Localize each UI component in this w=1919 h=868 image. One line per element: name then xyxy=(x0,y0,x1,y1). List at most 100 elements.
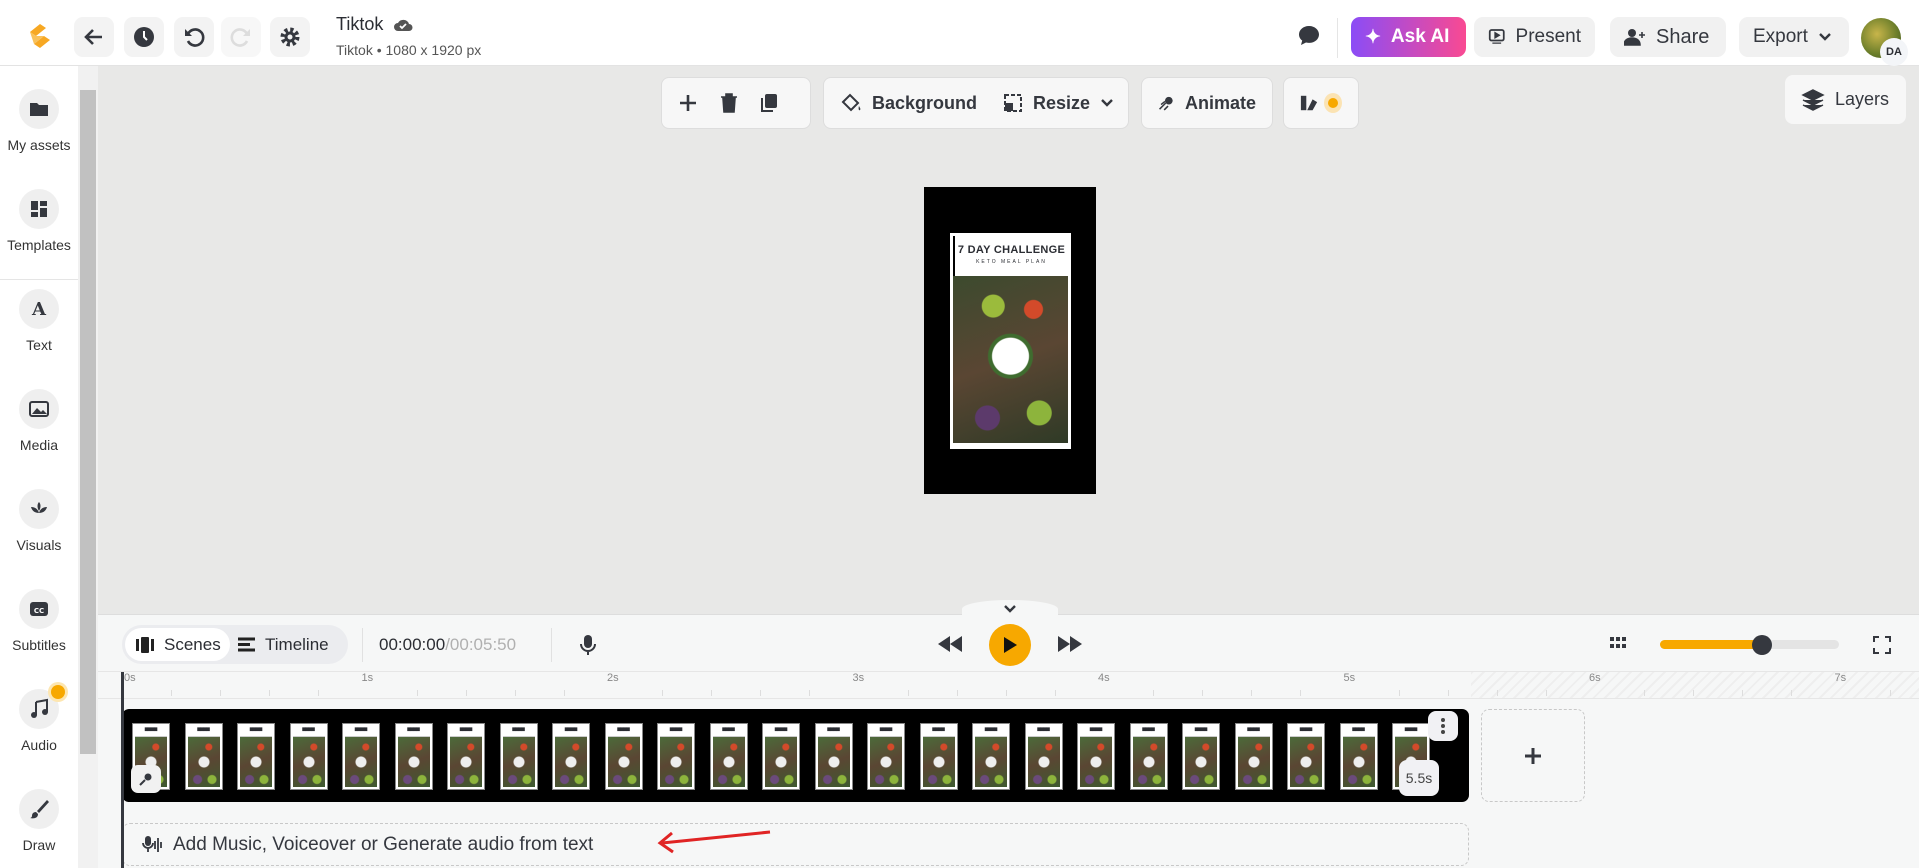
ruler-minor-tick xyxy=(1742,690,1744,696)
add-audio-button[interactable]: Add Music, Voiceover or Generate audio f… xyxy=(122,823,1469,866)
settings-button[interactable] xyxy=(270,17,310,57)
salad-photo xyxy=(953,276,1068,443)
sidebar-item-label: Templates xyxy=(7,237,71,253)
clock-icon xyxy=(134,27,154,47)
scene-frame-thumbnail: ▆▆▆▆ xyxy=(394,723,433,790)
back-button[interactable] xyxy=(74,17,114,57)
scene-frame-thumbnail: ▆▆▆▆ xyxy=(1339,723,1378,790)
sidebar-item-templates[interactable]: Templates xyxy=(0,189,78,253)
present-button[interactable]: Present xyxy=(1474,17,1595,57)
time-display: 00:00:00/00:05:50 xyxy=(379,635,516,655)
animate-button[interactable]: Animate xyxy=(1141,77,1273,129)
logo-icon[interactable] xyxy=(26,22,54,50)
ruler-minor-tick xyxy=(956,690,958,696)
scene-frame-thumbnail: ▆▆▆▆ xyxy=(762,723,800,790)
fullscreen-icon xyxy=(1873,636,1891,654)
scene-frame-thumbnail: ▆▆▆▆ xyxy=(289,723,328,790)
zoom-slider-handle[interactable] xyxy=(1752,635,1773,655)
zoom-slider-fill xyxy=(1660,640,1763,649)
ruler-tick-label: 5s xyxy=(1343,672,1356,684)
zoom-slider[interactable] xyxy=(1660,635,1839,655)
design-card[interactable]: 7 DAY CHALLENGE KETO MEAL PLAN xyxy=(950,233,1071,449)
add-scene-button[interactable] xyxy=(1481,709,1585,802)
ruler-minor-tick xyxy=(1496,690,1498,696)
background-button[interactable]: Background xyxy=(840,93,977,114)
sidebar-item-text[interactable]: A Text xyxy=(0,289,78,353)
animate-icon xyxy=(139,773,152,786)
artboard[interactable]: 7 DAY CHALLENGE KETO MEAL PLAN xyxy=(924,187,1096,494)
present-icon xyxy=(1488,29,1505,44)
folder-icon xyxy=(30,103,48,116)
text-icon: A xyxy=(31,299,47,320)
history-button[interactable] xyxy=(124,17,164,57)
sidebar-item-media[interactable]: Media xyxy=(0,389,78,453)
sidebar-item-label: Audio xyxy=(21,737,57,753)
sidebar-item-label: Text xyxy=(26,337,52,353)
export-button[interactable]: Export xyxy=(1739,17,1849,57)
ruler-tick-label: 6s xyxy=(1589,672,1601,684)
ruler-minor-tick xyxy=(1398,690,1400,696)
fast-forward-button[interactable] xyxy=(1058,636,1082,652)
ruler-minor-tick xyxy=(465,690,467,696)
collapse-panel-button[interactable] xyxy=(962,600,1058,618)
brand-kit-button[interactable] xyxy=(1283,77,1359,129)
sidebar-scrollbar[interactable] xyxy=(78,66,98,868)
share-button[interactable]: Share xyxy=(1610,17,1726,57)
scene-clip[interactable]: ▆▆▆▆ ▆▆▆▆ ▆▆▆▆ ▆▆▆▆ ▆▆▆▆ ▆▆▆▆ ▆▆▆▆ ▆▆▆▆ ▆▆▆▆ ▆▆▆▆… xyxy=(122,709,1469,802)
undo-icon xyxy=(185,28,205,47)
rewind-button[interactable] xyxy=(938,636,962,652)
add-icon[interactable] xyxy=(678,93,698,113)
ask-ai-button[interactable]: ✦ Ask AI xyxy=(1351,17,1466,57)
comments-icon[interactable] xyxy=(1297,25,1321,47)
scenes-icon xyxy=(136,636,154,653)
scene-frame-thumbnail: ▆▆▆▆ xyxy=(867,723,905,790)
scene-frame-thumbnail: ▆▆▆▆ xyxy=(919,723,958,790)
sidebar-divider xyxy=(0,279,78,280)
sidebar-item-my-assets[interactable]: My assets xyxy=(0,89,78,153)
rewind-icon xyxy=(938,636,962,652)
ruler-minor-tick xyxy=(711,690,713,696)
ruler-minor-tick xyxy=(416,690,418,696)
scene-frame-thumbnail: ▆▆▆▆ xyxy=(1077,723,1115,790)
play-button[interactable] xyxy=(989,624,1031,666)
play-icon xyxy=(1004,637,1017,653)
layers-button[interactable]: Layers xyxy=(1785,75,1906,124)
document-title[interactable]: Tiktok xyxy=(336,14,383,35)
document-size: Tiktok • 1080 x 1920 px xyxy=(336,42,482,58)
trash-icon[interactable] xyxy=(720,93,738,113)
image-icon xyxy=(29,401,49,417)
record-voice-button[interactable] xyxy=(580,634,596,656)
timeline-tab[interactable]: Timeline xyxy=(238,628,329,661)
sidebar-item-draw[interactable]: Draw xyxy=(0,789,78,853)
scene-more-button[interactable] xyxy=(1428,711,1458,741)
grid-view-button[interactable] xyxy=(1610,637,1626,651)
sidebar-item-label: Visuals xyxy=(16,537,62,553)
scene-frame-thumbnail: ▆▆▆▆ xyxy=(499,723,538,790)
fullscreen-button[interactable] xyxy=(1873,636,1891,654)
ruler-tick-label: 0s xyxy=(124,672,136,684)
gear-icon xyxy=(280,27,300,47)
playhead[interactable] xyxy=(121,672,124,868)
sidebar-item-subtitles[interactable]: CC Subtitles xyxy=(0,589,78,653)
microphone-icon xyxy=(580,635,596,655)
scene-frame-thumbnail: ▆▆▆▆ xyxy=(552,723,590,790)
animate-icon xyxy=(1158,96,1173,111)
background-resize-group: Background Resize xyxy=(823,77,1129,129)
scene-animation-button[interactable] xyxy=(131,765,161,793)
notification-dot xyxy=(51,685,65,699)
undo-button[interactable] xyxy=(174,17,214,57)
sidebar-item-visuals[interactable]: Visuals xyxy=(0,489,78,553)
duplicate-icon[interactable] xyxy=(760,93,778,113)
add-audio-label: Add Music, Voiceover or Generate audio f… xyxy=(173,833,594,855)
layers-icon xyxy=(1801,88,1825,111)
scene-duration[interactable]: 5.5s xyxy=(1399,760,1439,796)
redo-button[interactable] xyxy=(221,17,261,57)
scenes-tab[interactable]: Scenes xyxy=(125,628,230,661)
sidebar-item-audio[interactable]: Audio xyxy=(0,685,78,753)
brush-icon xyxy=(30,800,49,819)
notification-dot xyxy=(1324,93,1342,113)
red-arrow-annotation xyxy=(657,830,771,854)
ruler-minor-tick xyxy=(220,690,222,696)
resize-button[interactable]: Resize xyxy=(1003,93,1114,114)
sidebar-item-label: Draw xyxy=(22,837,56,853)
